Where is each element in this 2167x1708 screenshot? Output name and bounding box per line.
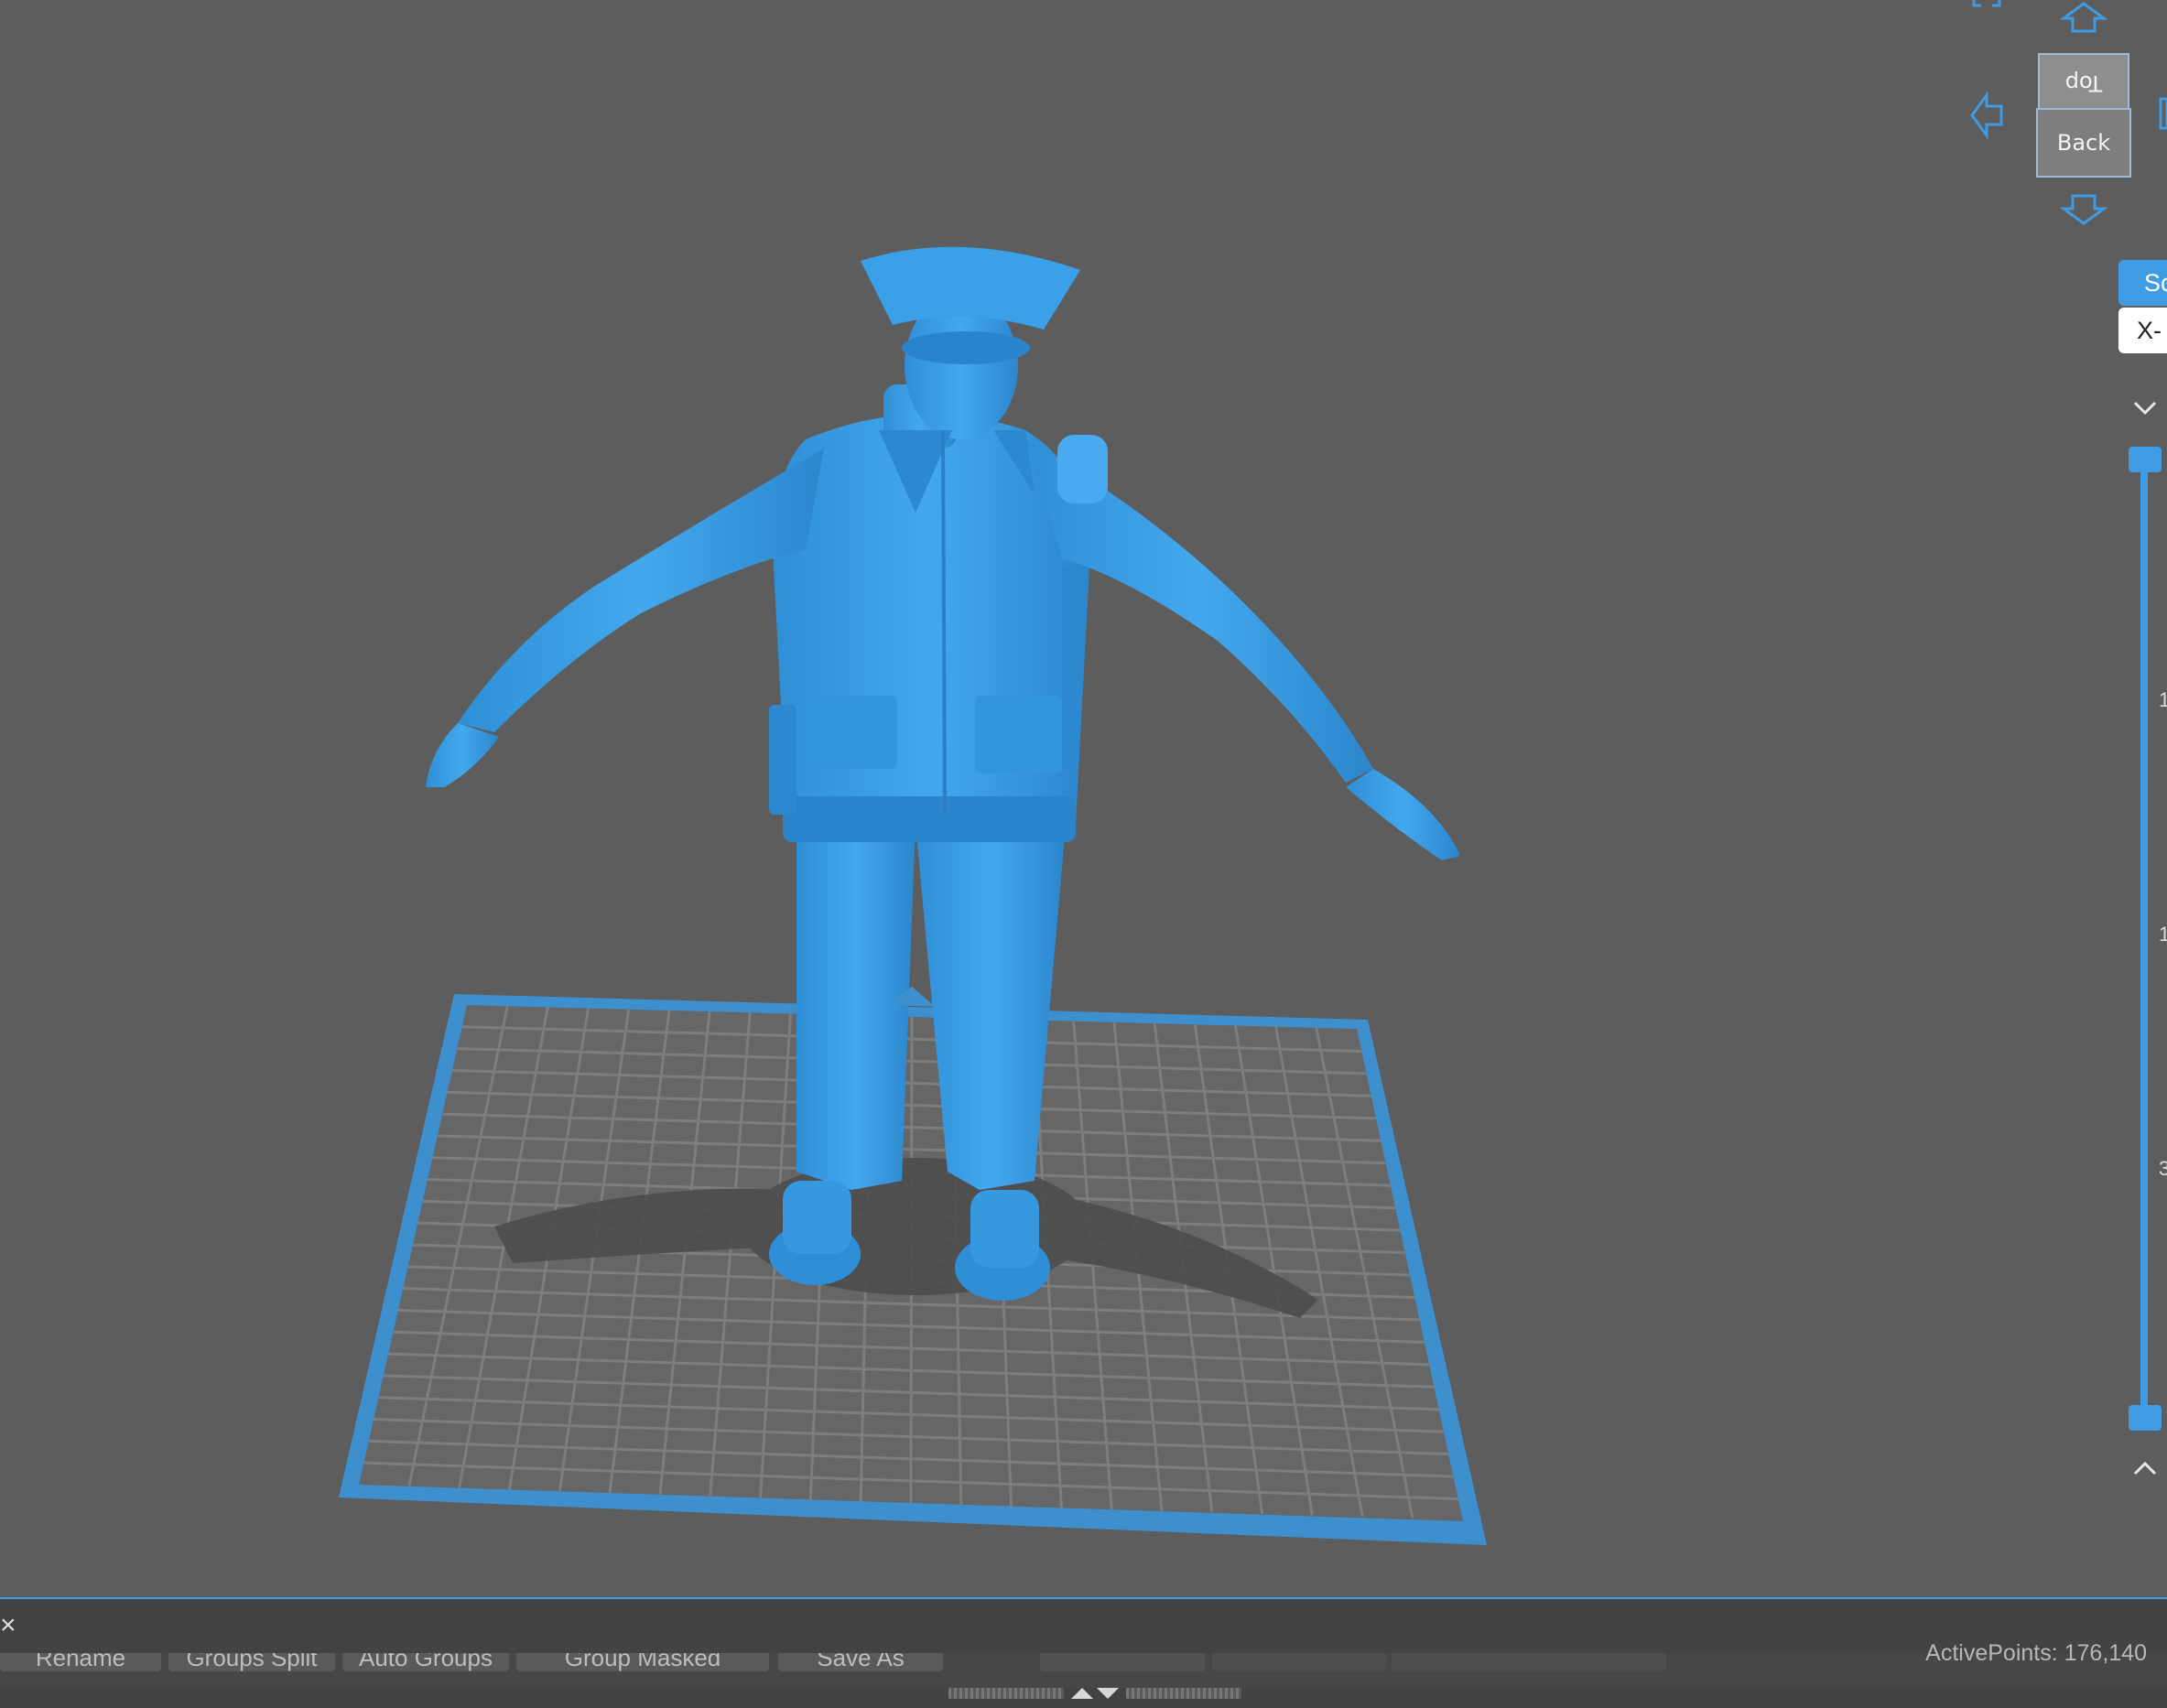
view-down-arrow-icon[interactable] bbox=[2056, 190, 2111, 227]
3d-viewport[interactable] bbox=[0, 0, 2167, 1597]
chevron-down-icon[interactable] bbox=[2131, 399, 2159, 417]
collapse-arrows-icon[interactable] bbox=[1067, 1686, 1122, 1701]
scale-tab[interactable]: Sc bbox=[2118, 260, 2167, 306]
axis-tab[interactable]: X- bbox=[2118, 308, 2167, 353]
view-corner-icon[interactable] bbox=[1970, 0, 2003, 9]
view-left-arrow-icon[interactable] bbox=[1968, 90, 2005, 141]
slider-tick-label: 3 bbox=[2159, 1157, 2167, 1180]
toolbar-button[interactable] bbox=[1212, 1653, 1386, 1671]
view-right-arrow-icon[interactable] bbox=[2155, 95, 2167, 132]
active-points-status: ActivePoints: 176,140 bbox=[1925, 1640, 2147, 1666]
slider-tick-label: 1 bbox=[2159, 688, 2167, 711]
slider-tick-label: 1 bbox=[2159, 923, 2167, 946]
bottom-toolbar: Rename Groups Split Auto Groups Group Ma… bbox=[0, 1653, 2167, 1688]
rename-button[interactable]: Rename bbox=[0, 1653, 161, 1671]
toolbar-button[interactable] bbox=[1040, 1653, 1205, 1671]
view-up-arrow-icon[interactable] bbox=[2056, 0, 2111, 37]
toolbar-button[interactable] bbox=[1392, 1653, 1666, 1671]
close-icon[interactable]: × bbox=[0, 1612, 18, 1639]
layer-slider-top-handle[interactable] bbox=[2129, 447, 2162, 472]
save-as-button[interactable]: Save As bbox=[778, 1653, 943, 1671]
panel-resize-grip[interactable] bbox=[948, 1686, 1241, 1701]
chevron-up-icon[interactable] bbox=[2131, 1459, 2159, 1477]
layer-slider-track[interactable] bbox=[2140, 458, 2148, 1419]
groups-split-button[interactable]: Groups Split bbox=[168, 1653, 335, 1671]
auto-groups-button[interactable]: Auto Groups bbox=[342, 1653, 509, 1671]
layer-slider-bottom-handle[interactable] bbox=[2129, 1405, 2162, 1431]
view-cube-top-face[interactable]: Top bbox=[2038, 53, 2129, 114]
scene-canvas[interactable] bbox=[0, 0, 2167, 1597]
view-cube-back-face[interactable]: Back bbox=[2036, 108, 2131, 178]
group-masked-button[interactable]: Group Masked bbox=[516, 1653, 769, 1671]
